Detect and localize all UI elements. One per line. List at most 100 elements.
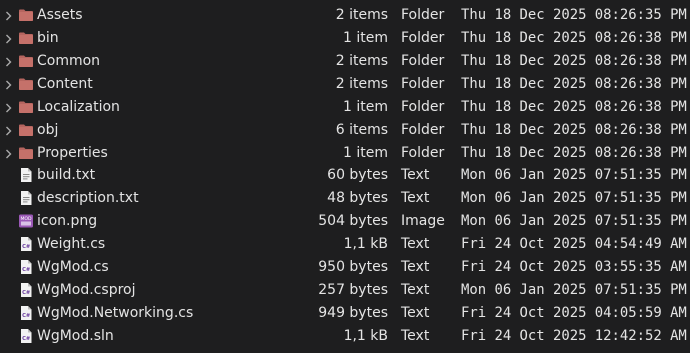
file-name: WgMod.csproj bbox=[37, 282, 136, 298]
file-name: Weight.cs bbox=[37, 236, 106, 252]
file-type: Text bbox=[401, 167, 430, 183]
text-file-icon bbox=[18, 187, 34, 210]
file-size: 60 bytes bbox=[327, 167, 388, 183]
file-name: WgMod.cs bbox=[37, 259, 109, 275]
csharp-file-icon: C# bbox=[18, 325, 34, 348]
file-row[interactable]: MOD icon.png 504 bytes Image Mon 06 Jan 2025… bbox=[0, 210, 690, 233]
file-size: 949 bytes bbox=[318, 305, 388, 321]
file-size: 504 bytes bbox=[318, 213, 388, 229]
file-size: 48 bytes bbox=[327, 190, 388, 206]
file-name: build.txt bbox=[37, 167, 96, 183]
file-modified: Mon 06 Jan 2025 07:51:35 PM bbox=[461, 213, 687, 229]
svg-text:C#: C# bbox=[22, 267, 30, 273]
file-type: Image bbox=[401, 213, 445, 229]
csharp-file-icon: C# bbox=[18, 233, 34, 256]
csharp-file-icon: C# bbox=[18, 256, 34, 279]
folder-icon bbox=[18, 4, 34, 27]
file-name: icon.png bbox=[37, 213, 98, 229]
file-type: Text bbox=[401, 328, 430, 344]
file-modified: Fri 24 Oct 2025 12:42:52 AM bbox=[461, 328, 687, 344]
folder-icon bbox=[18, 50, 34, 73]
file-row[interactable]: description.txt 48 bytes Text Mon 06 Jan 20… bbox=[0, 187, 690, 210]
chevron-right-icon[interactable] bbox=[2, 119, 14, 142]
chevron-right-icon[interactable] bbox=[2, 4, 14, 27]
file-row[interactable]: obj 6 items Folder Thu 18 Dec 2025 08:26:38… bbox=[0, 119, 690, 142]
file-row[interactable]: C# WgMod.cs 950 bytes Text Fri 24 Oct 2025 0… bbox=[0, 256, 690, 279]
file-row[interactable]: C# WgMod.csproj 257 bytes Text Mon 06 Jan 20… bbox=[0, 279, 690, 302]
file-row[interactable]: Localization 1 item Folder Thu 18 Dec 2025 … bbox=[0, 96, 690, 119]
file-modified: Thu 18 Dec 2025 08:26:38 PM bbox=[461, 76, 687, 92]
file-type: Folder bbox=[401, 7, 445, 23]
image-file-icon: MOD bbox=[18, 210, 34, 233]
file-type: Folder bbox=[401, 30, 445, 46]
file-type: Text bbox=[401, 259, 430, 275]
file-row[interactable]: Properties 1 item Folder Thu 18 Dec 2025 08… bbox=[0, 142, 690, 165]
file-size: 1,1 kB bbox=[343, 328, 388, 344]
svg-text:C#: C# bbox=[22, 244, 30, 250]
file-type: Text bbox=[401, 190, 430, 206]
file-size: 1 item bbox=[343, 99, 388, 115]
file-row[interactable]: Content 2 items Folder Thu 18 Dec 2025 08:2… bbox=[0, 73, 690, 96]
file-modified: Fri 24 Oct 2025 04:05:59 AM bbox=[461, 305, 687, 321]
text-file-icon bbox=[18, 164, 34, 187]
folder-icon bbox=[18, 142, 34, 165]
file-type: Text bbox=[401, 282, 430, 298]
file-size: 2 items bbox=[335, 7, 388, 23]
svg-text:C#: C# bbox=[22, 336, 30, 342]
file-row[interactable]: Assets 2 items Folder Thu 18 Dec 2025 08:26… bbox=[0, 4, 690, 27]
file-type: Folder bbox=[401, 76, 445, 92]
file-size: 257 bytes bbox=[318, 282, 388, 298]
file-type: Folder bbox=[401, 145, 445, 161]
folder-icon bbox=[18, 73, 34, 96]
file-size: 1 item bbox=[343, 145, 388, 161]
file-modified: Thu 18 Dec 2025 08:26:38 PM bbox=[461, 99, 687, 115]
svg-text:MOD: MOD bbox=[20, 216, 32, 222]
file-modified: Fri 24 Oct 2025 03:55:35 AM bbox=[461, 259, 687, 275]
file-size: 2 items bbox=[335, 53, 388, 69]
folder-icon bbox=[18, 119, 34, 142]
file-type: Folder bbox=[401, 122, 445, 138]
file-row[interactable]: bin 1 item Folder Thu 18 Dec 2025 08:26:38 … bbox=[0, 27, 690, 50]
chevron-right-icon[interactable] bbox=[2, 96, 14, 119]
file-name: Properties bbox=[37, 145, 108, 161]
folder-icon bbox=[18, 27, 34, 50]
file-modified: Thu 18 Dec 2025 08:26:38 PM bbox=[461, 30, 687, 46]
file-type: Folder bbox=[401, 99, 445, 115]
file-name: obj bbox=[37, 122, 59, 138]
file-list: Assets 2 items Folder Thu 18 Dec 2025 08:26… bbox=[0, 0, 690, 353]
csharp-file-icon: C# bbox=[18, 302, 34, 325]
file-size: 950 bytes bbox=[318, 259, 388, 275]
chevron-right-icon[interactable] bbox=[2, 73, 14, 96]
file-name: WgMod.sln bbox=[37, 328, 114, 344]
file-row[interactable]: Common 2 items Folder Thu 18 Dec 2025 08:26… bbox=[0, 50, 690, 73]
file-name: WgMod.Networking.cs bbox=[37, 305, 194, 321]
file-type: Text bbox=[401, 305, 430, 321]
csharp-file-icon: C# bbox=[18, 279, 34, 302]
chevron-right-icon[interactable] bbox=[2, 27, 14, 50]
file-row[interactable]: build.txt 60 bytes Text Mon 06 Jan 2025 07:… bbox=[0, 164, 690, 187]
file-modified: Mon 06 Jan 2025 07:51:35 PM bbox=[461, 190, 687, 206]
file-modified: Mon 06 Jan 2025 07:51:35 PM bbox=[461, 282, 687, 298]
file-modified: Thu 18 Dec 2025 08:26:35 PM bbox=[461, 7, 687, 23]
folder-icon bbox=[18, 96, 34, 119]
file-modified: Thu 18 Dec 2025 08:26:38 PM bbox=[461, 145, 687, 161]
file-name: Content bbox=[37, 76, 93, 92]
file-name: description.txt bbox=[37, 190, 139, 206]
file-modified: Thu 18 Dec 2025 08:26:38 PM bbox=[461, 122, 687, 138]
file-name: Common bbox=[37, 53, 101, 69]
chevron-right-icon[interactable] bbox=[2, 50, 14, 73]
chevron-right-icon[interactable] bbox=[2, 142, 14, 165]
file-type: Folder bbox=[401, 53, 445, 69]
file-type: Text bbox=[401, 236, 430, 252]
file-name: Localization bbox=[37, 99, 120, 115]
svg-text:C#: C# bbox=[22, 290, 30, 296]
file-row[interactable]: C# WgMod.Networking.cs 949 bytes Text Fri 24… bbox=[0, 302, 690, 325]
file-size: 6 items bbox=[335, 122, 388, 138]
file-size: 2 items bbox=[335, 76, 388, 92]
file-modified: Fri 24 Oct 2025 04:54:49 AM bbox=[461, 236, 687, 252]
file-row[interactable]: C# WgMod.sln 1,1 kB Text Fri 24 Oct 2025 12:… bbox=[0, 325, 690, 348]
file-modified: Mon 06 Jan 2025 07:51:35 PM bbox=[461, 167, 687, 183]
file-modified: Thu 18 Dec 2025 08:26:38 PM bbox=[461, 53, 687, 69]
file-row[interactable]: C# Weight.cs 1,1 kB Text Fri 24 Oct 2025 04:… bbox=[0, 233, 690, 256]
file-name: Assets bbox=[37, 7, 83, 23]
